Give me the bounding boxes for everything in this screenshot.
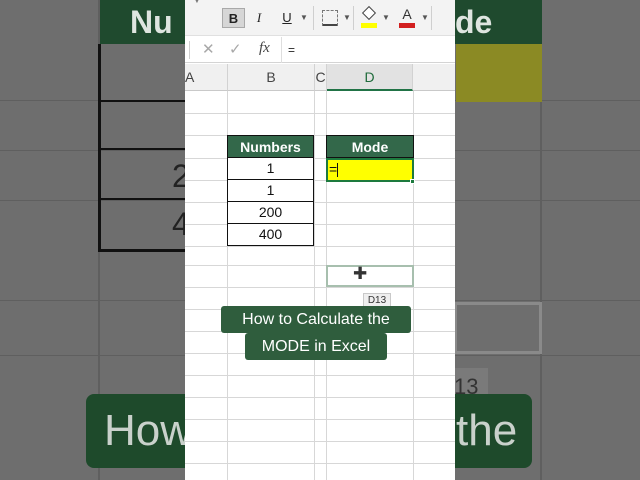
column-header-b[interactable]: B [228, 64, 315, 91]
gridline [185, 246, 455, 247]
excel-window: ▼ B I U ▼ ▼ ▼ A ▼ ✕ ✓ fx = A B C D Numbe… [185, 0, 455, 480]
bg-active-cell [456, 44, 542, 102]
chevron-down-icon[interactable]: ▼ [193, 0, 201, 5]
video-caption: How to Calculate the MODE in Excel [221, 306, 411, 360]
gridline [185, 463, 455, 464]
plus-cursor-icon: ✚ [353, 264, 368, 283]
column-header-d[interactable]: D [327, 64, 413, 91]
formula-bar: ✕ ✓ fx = [185, 37, 455, 63]
fill-color-dropdown-icon[interactable]: ▼ [382, 8, 390, 28]
underline-dropdown-icon[interactable]: ▼ [300, 8, 308, 28]
mode-header-cell[interactable]: Mode [326, 135, 414, 158]
namebox-divider [189, 41, 190, 59]
column-header-e[interactable] [413, 64, 455, 91]
bg-header-mode: de [455, 0, 542, 44]
fill-color-icon[interactable] [361, 5, 377, 28]
gridline [185, 158, 455, 159]
gridline [185, 202, 455, 203]
gridline [185, 113, 455, 114]
toolbar-divider [313, 6, 314, 30]
underline-button[interactable]: U [278, 8, 296, 28]
hovered-cell[interactable] [326, 265, 414, 287]
insert-function-icon[interactable]: fx [259, 40, 270, 57]
borders-icon[interactable] [322, 10, 338, 26]
toolbar-divider [431, 6, 432, 30]
borders-dropdown-icon[interactable]: ▼ [343, 8, 351, 28]
gridline [314, 91, 315, 480]
column-header-c[interactable]: C [315, 64, 327, 91]
ribbon-toolbar: ▼ B I U ▼ ▼ ▼ A ▼ [185, 0, 455, 36]
gridline [185, 135, 455, 136]
fill-handle[interactable] [410, 179, 415, 184]
cancel-icon[interactable]: ✕ [202, 40, 215, 58]
caption-line-2: MODE in Excel [245, 333, 387, 360]
gridline [185, 397, 455, 398]
toolbar-divider [353, 6, 354, 30]
caption-line-1: How to Calculate the [221, 306, 411, 333]
gridline [185, 419, 455, 420]
gridline [185, 287, 455, 288]
bg-header-numbers: Nu [100, 0, 185, 44]
mode-result-cell[interactable]: = [326, 158, 414, 182]
bg-caption-left: How [104, 406, 193, 455]
numbers-cell[interactable]: 1 [227, 158, 314, 180]
column-header-a[interactable]: A [185, 64, 228, 91]
bg-hover-cell [454, 302, 542, 354]
bg-caption-right: the [456, 406, 518, 455]
numbers-cell[interactable]: 200 [227, 202, 314, 224]
numbers-cell[interactable]: 1 [227, 180, 314, 202]
gridline [185, 375, 455, 376]
italic-button[interactable]: I [249, 8, 269, 28]
font-color-icon[interactable]: A [399, 6, 415, 28]
gridline [185, 224, 455, 225]
gridline [185, 441, 455, 442]
formula-input[interactable]: = [281, 37, 451, 63]
numbers-header-cell[interactable]: Numbers [227, 135, 314, 158]
bold-button[interactable]: B [222, 8, 245, 28]
gridline [185, 265, 455, 266]
font-color-dropdown-icon[interactable]: ▼ [421, 8, 429, 28]
enter-icon[interactable]: ✓ [229, 40, 242, 58]
numbers-cell[interactable]: 400 [227, 224, 314, 246]
